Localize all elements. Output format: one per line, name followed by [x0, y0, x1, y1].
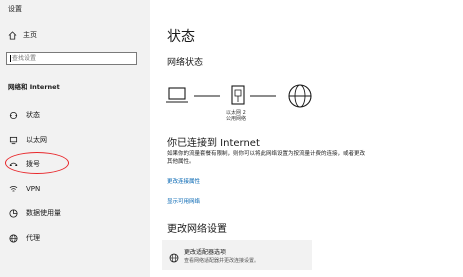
home-icon — [8, 30, 17, 40]
sidebar-item-label: VPN — [26, 185, 41, 193]
sidebar-item-label: 数据使用量 — [26, 209, 61, 217]
adapter-label: 以太网 2 公用网络 — [226, 110, 246, 122]
page-title: 状态 — [167, 29, 195, 45]
change-connection-properties-link[interactable]: 更改连接属性 — [167, 177, 200, 185]
change-settings-title: 更改网络设置 — [167, 224, 227, 235]
sidebar-item-status[interactable]: 状态 — [8, 108, 138, 122]
highlight-circle — [5, 152, 69, 174]
sidebar-item-label: 状态 — [26, 111, 40, 119]
ethernet-adapter-icon — [231, 85, 245, 105]
sidebar-home-label: 主页 — [23, 31, 37, 39]
sidebar-item-proxy[interactable]: 代理 — [8, 231, 138, 245]
main-content: 状态 网络状态 以太网 2 公用网络 你已连接到 Internet 如果你的流量… — [150, 0, 463, 277]
vpn-icon — [8, 184, 18, 194]
sidebar: 设置 主页 查找设置 网络和 Internet 状态 以太网 拨号 VPN 数据… — [0, 0, 150, 277]
adapter-options-title: 更改适配器选项 — [184, 249, 227, 256]
connected-title: 你已连接到 Internet — [167, 138, 260, 149]
adapter-globe-icon — [169, 248, 179, 267]
network-diagram — [166, 84, 312, 108]
section-title: 网络和 Internet — [8, 83, 60, 91]
adapter-options-text: 更改适配器选项 查看网络适配器并更改连接设置。 — [184, 247, 259, 264]
sidebar-item-vpn[interactable]: VPN — [8, 182, 138, 196]
status-icon — [8, 110, 18, 120]
ethernet-icon — [8, 135, 18, 145]
network-type: 公用网络 — [226, 116, 247, 122]
globe-icon — [288, 84, 312, 108]
window-title: 设置 — [8, 5, 22, 13]
search-input[interactable]: 查找设置 — [6, 52, 137, 65]
sidebar-home[interactable]: 主页 — [8, 30, 37, 40]
adapter-options-description: 查看网络适配器并更改连接设置。 — [184, 258, 260, 264]
text-caret — [10, 55, 11, 62]
sidebar-item-label: 以太网 — [26, 136, 47, 144]
connected-description: 如果你的流量套餐有限制，则你可以将此网络设置为按流量计费的连接，或者更改其他属性… — [167, 151, 366, 165]
sidebar-item-ethernet[interactable]: 以太网 — [8, 133, 138, 147]
settings-window: 设置 主页 查找设置 网络和 Internet 状态 以太网 拨号 VPN 数据… — [0, 0, 463, 277]
sidebar-item-label: 代理 — [26, 234, 40, 242]
proxy-icon — [8, 233, 18, 243]
search-placeholder: 查找设置 — [12, 55, 37, 62]
network-status-title: 网络状态 — [167, 58, 204, 68]
adapter-options-button[interactable]: 更改适配器选项 查看网络适配器并更改连接设置。 — [162, 240, 312, 270]
show-available-networks-link[interactable]: 显示可用网络 — [167, 197, 200, 205]
sidebar-item-data-usage[interactable]: 数据使用量 — [8, 206, 138, 220]
data-usage-icon — [8, 208, 18, 218]
computer-icon — [166, 87, 188, 103]
